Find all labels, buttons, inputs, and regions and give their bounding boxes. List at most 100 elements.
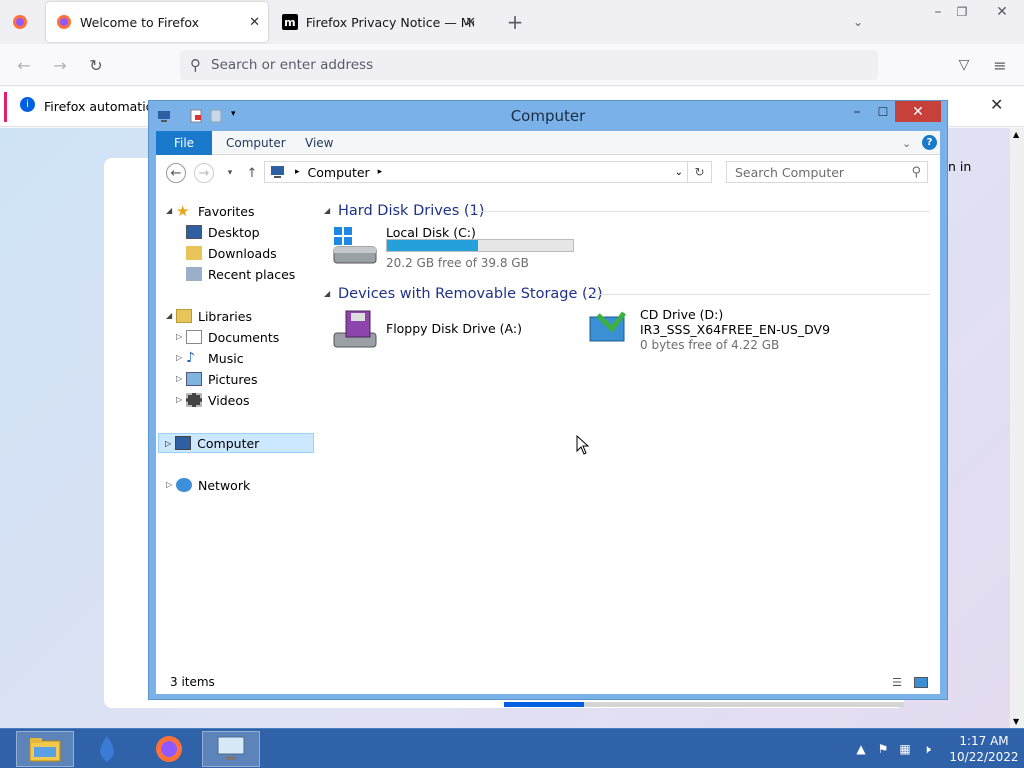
search-input[interactable]: Search Computer ⚲ (726, 161, 928, 183)
address-text[interactable]: Computer (308, 165, 370, 180)
tab-privacy-notice[interactable]: m Firefox Privacy Notice — Mozilla ✕ (272, 2, 484, 42)
clock[interactable]: 1:17 AM 10/22/2022 (944, 733, 1024, 765)
chevron-right-icon[interactable]: ▸ (378, 167, 383, 177)
back-icon[interactable]: ← (166, 163, 186, 183)
music-icon: ♪ (186, 350, 195, 366)
url-placeholder: Search or enter address (211, 57, 374, 73)
tab-welcome[interactable]: Welcome to Firefox ✕ (46, 2, 268, 42)
window-title: Computer (510, 107, 586, 125)
drive-local-disk-c[interactable]: Local Disk (C:) 20.2 GB free of 39.8 GB (332, 225, 582, 275)
item-count: 3 items (170, 675, 215, 689)
maximize-icon[interactable]: ☐ (871, 101, 895, 122)
nav-item-recent-places[interactable]: Recent places (186, 264, 295, 284)
minimize-icon[interactable]: – (926, 0, 950, 24)
expand-icon[interactable]: ▷ (176, 332, 182, 341)
close-window-icon[interactable]: ✕ (990, 0, 1014, 24)
large-icons-view-icon[interactable] (914, 676, 928, 688)
explorer-body: File Computer View ⌄ ? ← → ▾ ↑ ▸ Compute… (156, 131, 940, 694)
network-status-icon[interactable]: ▦ (897, 741, 913, 757)
star-icon: ★ (176, 202, 190, 220)
progress-fill (504, 702, 584, 707)
nav-item-desktop[interactable]: Desktop (186, 222, 260, 242)
search-icon: ⚲ (190, 56, 201, 74)
desktop-icon (186, 225, 202, 239)
drive-cd-d[interactable]: CD Drive (D:) IR3_SSS_X64FREE_EN-US_DV9 … (586, 307, 836, 357)
tab-title: Firefox Privacy Notice — Mozilla (305, 14, 474, 30)
address-bar[interactable]: ▸ Computer ▸ ⌄ (264, 161, 688, 183)
back-icon[interactable]: ← (12, 53, 36, 77)
up-icon[interactable]: ↑ (242, 163, 262, 183)
nav-item-videos[interactable]: Videos (186, 390, 250, 410)
nav-label: Computer (197, 435, 260, 451)
computer-icon (217, 736, 245, 760)
scroll-down-icon[interactable]: ▼ (1013, 717, 1019, 726)
close-notification-icon[interactable]: ✕ (990, 95, 1003, 114)
expand-icon[interactable]: ▷ (176, 374, 182, 383)
clock-time: 1:17 AM (959, 734, 1009, 748)
close-tab-icon[interactable]: ✕ (465, 15, 476, 30)
drive-name: CD Drive (D:) (640, 307, 724, 322)
expand-icon[interactable]: ▷ (176, 353, 182, 362)
floppy-drive-icon (333, 310, 377, 348)
pocket-icon[interactable]: ▽ (952, 53, 976, 77)
collapse-group-icon[interactable]: ◢ (324, 289, 330, 298)
drive-floppy-a[interactable]: Floppy Disk Drive (A:) (332, 309, 582, 359)
nav-item-libraries[interactable]: Libraries (176, 306, 252, 326)
nav-item-computer[interactable]: ▷ Computer (158, 433, 314, 453)
nav-item-network[interactable]: Network (176, 475, 250, 495)
volume-muted-icon[interactable]: 🕨 (919, 741, 935, 757)
cd-drive-icon (589, 311, 626, 342)
taskbar-control-panel[interactable] (202, 731, 260, 767)
close-tab-icon[interactable]: ✕ (249, 15, 260, 30)
taskbar-app-drop[interactable] (78, 731, 136, 767)
water-drop-icon (100, 736, 114, 762)
list-tabs-icon[interactable]: ⌄ (846, 10, 870, 34)
collapse-icon[interactable]: ◢ (166, 311, 172, 320)
hamburger-menu-icon[interactable]: ≡ (988, 53, 1012, 77)
collapse-group-icon[interactable]: ◢ (324, 206, 330, 215)
explorer-titlebar[interactable]: ▾ Computer – ☐ ✕ (149, 101, 947, 131)
close-window-button[interactable]: ✕ (895, 101, 941, 122)
system-tray: ▲ ⚑ ▦ 🕨 1:17 AM 10/22/2022 (850, 729, 1024, 768)
tab-computer[interactable]: Computer (226, 131, 286, 155)
restore-icon[interactable]: ❐ (950, 0, 974, 24)
minimize-icon[interactable]: – (845, 101, 869, 122)
documents-icon (186, 330, 202, 344)
nav-label: Recent places (208, 266, 296, 282)
nav-item-favorites[interactable]: ★ Favorites (176, 201, 254, 221)
partial-signin-text: n in (948, 159, 972, 174)
nav-item-documents[interactable]: Documents (186, 327, 279, 347)
info-icon: i (20, 97, 35, 112)
group-header-hard-disk-drives[interactable]: Hard Disk Drives (1) (338, 201, 484, 221)
reload-icon[interactable]: ↻ (84, 53, 108, 77)
refresh-icon[interactable]: ↻ (688, 161, 712, 183)
recent-locations-icon[interactable]: ▾ (220, 163, 240, 183)
expand-icon[interactable]: ▷ (165, 439, 171, 448)
address-dropdown-icon[interactable]: ⌄ (675, 167, 683, 178)
scroll-up-icon[interactable]: ▲ (1013, 130, 1019, 139)
nav-item-downloads[interactable]: Downloads (186, 243, 277, 263)
expand-ribbon-icon[interactable]: ⌄ (902, 131, 911, 155)
group-header-removable-storage[interactable]: Devices with Removable Storage (2) (338, 284, 603, 304)
details-view-icon[interactable]: ☰ (892, 676, 902, 689)
url-bar[interactable]: ⚲ Search or enter address (180, 50, 878, 80)
collapse-icon[interactable]: ◢ (166, 206, 172, 215)
taskbar-firefox[interactable] (140, 731, 198, 767)
chevron-right-icon[interactable]: ▸ (295, 167, 300, 177)
nav-item-pictures[interactable]: Pictures (186, 369, 258, 389)
page-scrollbar[interactable]: ▲ ▼ (1010, 128, 1024, 728)
nav-item-music[interactable]: ♪ Music (186, 348, 244, 368)
show-hidden-icons-icon[interactable]: ▲ (853, 741, 869, 757)
forward-icon[interactable]: → (48, 53, 72, 77)
computer-icon (175, 436, 192, 450)
tab-file[interactable]: File (156, 131, 212, 155)
tab-view[interactable]: View (305, 131, 333, 155)
help-icon[interactable]: ? (922, 135, 937, 150)
expand-icon[interactable]: ▷ (176, 395, 182, 404)
new-tab-icon[interactable]: + (503, 10, 527, 34)
forward-icon[interactable]: → (194, 163, 214, 183)
expand-icon[interactable]: ▷ (166, 480, 172, 489)
action-center-flag-icon[interactable]: ⚑ (875, 741, 891, 757)
taskbar-file-explorer[interactable] (16, 731, 74, 767)
firefox-menu-icon[interactable] (8, 10, 32, 34)
